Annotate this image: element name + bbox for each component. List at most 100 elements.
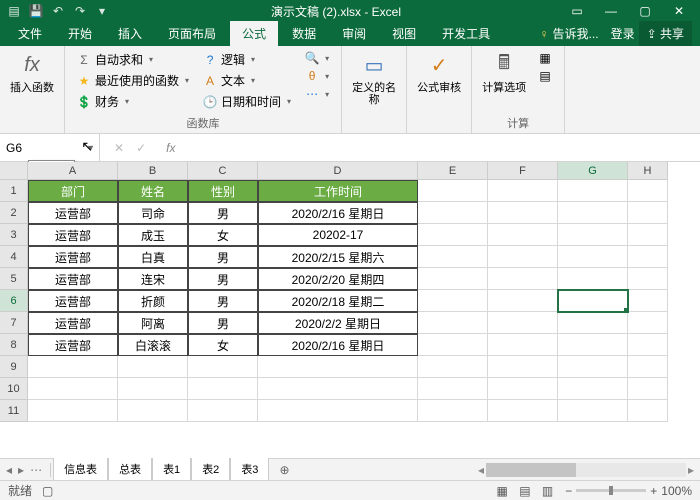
cell-D5[interactable]: 2020/2/20 星期四 (258, 268, 418, 290)
cell-H5[interactable] (628, 268, 668, 290)
cell-B6[interactable]: 折颜 (118, 290, 188, 312)
cell-D3[interactable]: 20202-17 (258, 224, 418, 246)
cell-G11[interactable] (558, 400, 628, 422)
cell-F3[interactable] (488, 224, 558, 246)
defined-names-button[interactable]: ▭ 定义的名称 (350, 50, 398, 106)
cell-E3[interactable] (418, 224, 488, 246)
row-header-5[interactable]: 5 (0, 268, 28, 290)
add-sheet-button[interactable]: ⊕ (271, 463, 297, 477)
select-all-corner[interactable] (0, 162, 28, 180)
save-icon[interactable]: 💾 (26, 4, 46, 18)
sheet-tab-表2[interactable]: 表2 (191, 457, 230, 482)
cell-C2[interactable]: 男 (188, 202, 258, 224)
logical-button[interactable]: ?逻辑▾ (199, 50, 295, 69)
row-header-8[interactable]: 8 (0, 334, 28, 356)
cell-E1[interactable] (418, 180, 488, 202)
cell-G8[interactable] (558, 334, 628, 356)
cell-B11[interactable] (118, 400, 188, 422)
cell-D7[interactable]: 2020/2/2 星期日 (258, 312, 418, 334)
cell-A2[interactable]: 运营部 (28, 202, 118, 224)
insert-function-button[interactable]: fx 插入函数 (8, 50, 56, 94)
sheet-tab-表1[interactable]: 表1 (152, 457, 191, 482)
col-header-E[interactable]: E (418, 162, 488, 180)
cell-F9[interactable] (488, 356, 558, 378)
cell-G7[interactable] (558, 312, 628, 334)
cell-B4[interactable]: 白真 (118, 246, 188, 268)
more-functions-button[interactable]: ⋯▾ (301, 86, 333, 102)
calc-sheet-button[interactable]: ▤ (534, 68, 556, 84)
cell-D6[interactable]: 2020/2/18 星期二 (258, 290, 418, 312)
cell-E6[interactable] (418, 290, 488, 312)
cell-C1[interactable]: 性别 (188, 180, 258, 202)
cell-F7[interactable] (488, 312, 558, 334)
row-header-4[interactable]: 4 (0, 246, 28, 268)
row-header-9[interactable]: 9 (0, 356, 28, 378)
cell-D8[interactable]: 2020/2/16 星期日 (258, 334, 418, 356)
close-icon[interactable]: ✕ (662, 4, 696, 18)
cell-E4[interactable] (418, 246, 488, 268)
cell-E7[interactable] (418, 312, 488, 334)
cell-A8[interactable]: 运营部 (28, 334, 118, 356)
cell-E5[interactable] (418, 268, 488, 290)
cell-D11[interactable] (258, 400, 418, 422)
redo-icon[interactable]: ↷ (70, 4, 90, 18)
cell-B8[interactable]: 白滚滚 (118, 334, 188, 356)
undo-icon[interactable]: ↶ (48, 4, 68, 18)
horizontal-scrollbar[interactable] (486, 463, 686, 477)
cell-G10[interactable] (558, 378, 628, 400)
cell-A9[interactable] (28, 356, 118, 378)
cell-G2[interactable] (558, 202, 628, 224)
sheet-nav-first-icon[interactable]: ◂ (6, 463, 12, 477)
lookup-button[interactable]: 🔍▾ (301, 50, 333, 66)
cell-F5[interactable] (488, 268, 558, 290)
cell-C6[interactable]: 男 (188, 290, 258, 312)
row-header-2[interactable]: 2 (0, 202, 28, 224)
cell-G3[interactable] (558, 224, 628, 246)
cell-C9[interactable] (188, 356, 258, 378)
share-button[interactable]: ⇪ 共享 (639, 21, 692, 46)
zoom-in-icon[interactable]: + (650, 484, 657, 498)
row-header-6[interactable]: 6 (0, 290, 28, 312)
name-box-input[interactable] (6, 141, 76, 155)
row-header-10[interactable]: 10 (0, 378, 28, 400)
cell-D2[interactable]: 2020/2/16 星期日 (258, 202, 418, 224)
datetime-button[interactable]: 🕒日期和时间▾ (199, 92, 295, 111)
cell-A5[interactable]: 运营部 (28, 268, 118, 290)
cell-A6[interactable]: 运营部 (28, 290, 118, 312)
hscroll-right-icon[interactable]: ▸ (688, 463, 694, 477)
cell-G1[interactable] (558, 180, 628, 202)
cell-D9[interactable] (258, 356, 418, 378)
cell-B1[interactable]: 姓名 (118, 180, 188, 202)
cell-C4[interactable]: 男 (188, 246, 258, 268)
macro-record-icon[interactable]: ▢ (42, 484, 53, 498)
cell-F6[interactable] (488, 290, 558, 312)
financial-button[interactable]: 💲财务▾ (73, 92, 193, 111)
cell-C3[interactable]: 女 (188, 224, 258, 246)
col-header-D[interactable]: D (258, 162, 418, 180)
row-header-1[interactable]: 1 (0, 180, 28, 202)
zoom-slider[interactable] (576, 489, 646, 492)
cell-B5[interactable]: 连宋 (118, 268, 188, 290)
recent-functions-button[interactable]: ★最近使用的函数▾ (73, 71, 193, 90)
cell-F1[interactable] (488, 180, 558, 202)
cell-D1[interactable]: 工作时间 (258, 180, 418, 202)
cell-C5[interactable]: 男 (188, 268, 258, 290)
tab-插入[interactable]: 插入 (106, 21, 154, 46)
cell-F2[interactable] (488, 202, 558, 224)
calc-options-button[interactable]: 🖩 计算选项 (480, 50, 528, 94)
calc-now-button[interactable]: ▦ (534, 50, 556, 66)
col-header-B[interactable]: B (118, 162, 188, 180)
sheet-tab-表3[interactable]: 表3 (230, 457, 269, 482)
tab-数据[interactable]: 数据 (280, 21, 328, 46)
cell-E2[interactable] (418, 202, 488, 224)
cell-A3[interactable]: 运营部 (28, 224, 118, 246)
cell-H8[interactable] (628, 334, 668, 356)
formula-bar-input[interactable] (181, 141, 700, 155)
sheet-tab-信息表[interactable]: 信息表 (53, 457, 108, 482)
cell-B2[interactable]: 司命 (118, 202, 188, 224)
math-button[interactable]: θ▾ (301, 68, 333, 84)
cell-H6[interactable] (628, 290, 668, 312)
maximize-icon[interactable]: ▢ (628, 4, 662, 18)
cell-H2[interactable] (628, 202, 668, 224)
qat-more-icon[interactable]: ▾ (92, 4, 112, 18)
